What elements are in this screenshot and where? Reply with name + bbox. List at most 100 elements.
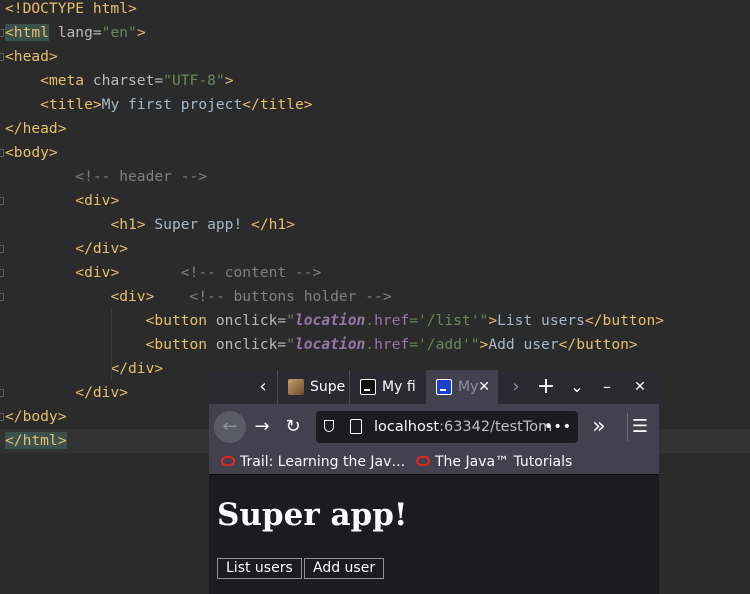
code-token: </body> [5, 408, 67, 425]
oracle-logo-icon [416, 456, 430, 466]
new-tab-button[interactable]: + [531, 370, 561, 404]
fold-marker-icon[interactable] [0, 269, 4, 277]
toolbar-overflow-button[interactable]: » [583, 411, 615, 443]
back-button[interactable]: ← [214, 411, 246, 443]
code-line[interactable]: <meta charset="UTF-8"> [0, 69, 750, 93]
code-token: <button [145, 336, 208, 353]
close-tab-icon[interactable]: ✕ [478, 370, 490, 404]
bookmark-label: The Java™ Tutorials [435, 454, 573, 470]
code-token: </button> [558, 336, 638, 353]
oracle-logo-icon [221, 456, 235, 466]
code-line[interactable]: <html lang="en"> [0, 21, 750, 45]
code-line-text: <meta charset="UTF-8"> [5, 69, 233, 93]
code-line[interactable]: <title>My first project</title> [0, 93, 750, 117]
code-line[interactable]: </div> [0, 237, 750, 261]
code-token: onclick= [207, 312, 287, 329]
code-token: </h1> [251, 216, 295, 233]
code-token: "UTF-8" [163, 72, 225, 89]
bookmarks-toolbar: Trail: Learning the Jav… The Java™ Tutor… [209, 450, 659, 475]
bookmark-trail-learning-java[interactable]: Trail: Learning the Jav… [221, 450, 405, 474]
page-heading: Super app! [217, 497, 408, 533]
tab-my-first-project-active[interactable]: My ✕ [426, 370, 498, 404]
browser-window: ‹ Supe My fi My ✕ › + ⌄ – ✕ ← → ↻ localh… [209, 370, 659, 594]
code-token: "en" [101, 24, 137, 41]
image-favicon-icon [288, 379, 304, 395]
fold-marker-icon[interactable] [0, 197, 4, 205]
fold-marker-icon[interactable] [0, 413, 4, 421]
code-line[interactable]: <button onclick="location.href='/list'">… [0, 309, 750, 333]
reload-button[interactable]: ↻ [277, 411, 309, 443]
bookmark-java-tutorials[interactable]: The Java™ Tutorials [416, 450, 572, 474]
url-host: localhost [374, 419, 440, 435]
code-line-text: <!-- header --> [5, 165, 207, 189]
code-token: lang= [48, 24, 102, 41]
code-line[interactable]: <div> <!-- buttons holder --> [0, 285, 750, 309]
code-line[interactable]: <!DOCTYPE html> [0, 0, 750, 21]
intellij-favicon-icon [360, 379, 376, 395]
tracking-shield-icon[interactable] [324, 420, 334, 432]
page-actions-button[interactable]: ••• [544, 411, 572, 443]
code-line[interactable]: <div> <!-- content --> [0, 261, 750, 285]
code-line[interactable]: <body> [0, 141, 750, 165]
code-token: <head> [5, 48, 58, 65]
add-user-button[interactable]: Add user [304, 558, 385, 579]
code-token: <h1> [110, 216, 146, 233]
code-token: location [294, 312, 366, 329]
code-token: Add user [488, 336, 559, 353]
code-token: </button> [584, 312, 665, 329]
code-token: > [136, 24, 146, 41]
code-line-text: <div> <!-- content --> [5, 261, 321, 285]
url-path: :63342/testTom [439, 419, 553, 435]
code-line-text: </html> [5, 429, 67, 453]
fold-marker-icon[interactable] [0, 293, 4, 301]
fold-marker-icon[interactable] [0, 389, 4, 397]
tab-super-app[interactable]: Supe [277, 370, 350, 404]
list-all-tabs-button[interactable]: ⌄ [562, 370, 592, 404]
navigation-toolbar: ← → ↻ localhost:63342/testTom ••• » ☰ [209, 404, 659, 450]
code-line[interactable]: <!-- header --> [0, 165, 750, 189]
code-line[interactable]: <head> [0, 45, 750, 69]
fold-marker-icon[interactable] [0, 29, 4, 37]
code-token: onclick= [207, 336, 287, 353]
forward-button[interactable]: → [246, 411, 278, 443]
code-line-text: </div> [5, 381, 128, 405]
page-info-icon[interactable] [350, 419, 362, 434]
code-token: <div> [110, 288, 155, 305]
tab-strip-spacer [209, 370, 247, 404]
list-users-button[interactable]: List users [217, 558, 302, 579]
code-line-text: <div> [5, 189, 119, 213]
tabs-scroll-right-button[interactable]: › [501, 370, 531, 404]
fold-marker-icon[interactable] [0, 149, 4, 157]
app-menu-button[interactable]: ☰ [624, 411, 656, 443]
code-line[interactable]: <div> [0, 189, 750, 213]
code-token: href [374, 336, 410, 353]
tab-label: My fi [382, 379, 416, 395]
fold-marker-icon[interactable] [0, 245, 4, 253]
code-line-text: <div> <!-- buttons holder --> [5, 285, 391, 309]
minimize-window-button[interactable]: – [592, 370, 622, 404]
fold-marker-icon[interactable] [0, 53, 4, 61]
code-token: </div> [75, 240, 129, 257]
code-line-text: <button onclick="location.href='/add'">A… [5, 333, 638, 357]
code-token: </div> [75, 384, 129, 401]
close-window-button[interactable]: ✕ [625, 370, 655, 404]
code-token: <title> [40, 96, 102, 113]
bookmark-label: Trail: Learning the Jav… [240, 454, 406, 470]
code-line-text: <h1> Super app! </h1> [5, 213, 295, 237]
code-token: ='/list'" [409, 312, 489, 329]
intellij-favicon-icon [436, 379, 452, 395]
code-line[interactable]: <button onclick="location.href='/add'">A… [0, 333, 750, 357]
url-bar[interactable]: localhost:63342/testTom ••• [316, 411, 578, 443]
code-line[interactable]: <h1> Super app! </h1> [0, 213, 750, 237]
code-line[interactable]: </head> [0, 117, 750, 141]
tab-my-first-project[interactable]: My fi [349, 370, 426, 404]
tabs-scroll-left-button[interactable]: ‹ [249, 370, 277, 404]
